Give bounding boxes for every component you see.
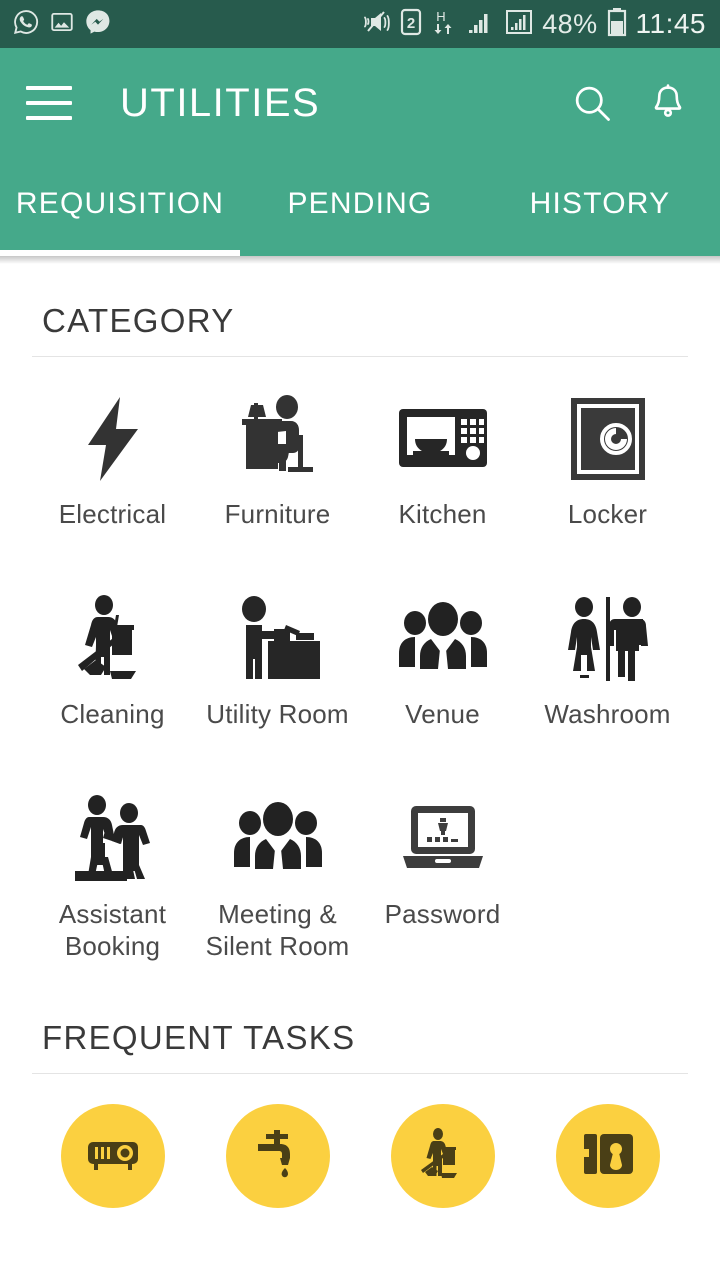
battery-icon [607, 7, 627, 42]
app-bar: UTILITIES REQUISITION PENDING HISTORY [0, 48, 720, 256]
category-item-label: Utility Room [206, 699, 349, 729]
category-item-password[interactable]: Password [360, 775, 525, 975]
app-bar-top-row: UTILITIES [0, 48, 720, 158]
category-item-label: Furniture [224, 499, 331, 529]
category-item-venue[interactable]: Venue [360, 575, 525, 775]
hamburger-menu-icon[interactable] [26, 86, 72, 120]
frequent-task-circle [555, 1104, 660, 1208]
app-bar-shadow [0, 256, 720, 264]
category-item-label: Electrical [58, 499, 167, 529]
signal-bars-boxed-icon [505, 8, 533, 41]
category-section: CATEGORY Electrical Furniture Kitchen Lo… [0, 264, 720, 975]
svg-text:2: 2 [407, 15, 415, 32]
frequent-task-cleaning[interactable] [360, 1104, 525, 1208]
frequent-task-circle [390, 1104, 495, 1208]
category-item-furniture[interactable]: Furniture [195, 375, 360, 575]
page-title: UTILITIES [120, 81, 321, 125]
frequent-task-locker[interactable] [525, 1104, 690, 1208]
gallery-icon [49, 9, 75, 40]
status-bar-left-icons [12, 8, 112, 41]
tab-requisition-label: REQUISITION [15, 187, 225, 220]
category-item-cleaning[interactable]: Cleaning [30, 575, 195, 775]
category-item-assistant-booking[interactable]: Assistant Booking [30, 775, 195, 975]
faucet-tap-icon [254, 1126, 302, 1187]
restroom-man-woman-icon [562, 593, 654, 685]
category-item-electrical[interactable]: Electrical [30, 375, 195, 575]
category-item-washroom[interactable]: Washroom [525, 575, 690, 775]
category-item-label: Kitchen [398, 499, 487, 529]
category-item-utility-room[interactable]: Utility Room [195, 575, 360, 775]
tab-pending-label: PENDING [287, 187, 433, 220]
laptop-password-icon [397, 793, 489, 885]
people-group-icon [395, 593, 491, 685]
messenger-icon [84, 8, 112, 41]
tab-bar: REQUISITION PENDING HISTORY [0, 158, 720, 256]
search-icon[interactable] [568, 79, 616, 127]
microwave-icon [397, 393, 489, 485]
category-item-label: Locker [567, 499, 648, 529]
signal-bars-icon [466, 9, 496, 40]
category-item-label: Password [384, 899, 501, 929]
category-item-kitchen[interactable]: Kitchen [360, 375, 525, 575]
category-grid-empty-cell [525, 775, 690, 975]
frequent-tasks-grid [30, 1074, 690, 1208]
category-section-title: CATEGORY [42, 302, 235, 339]
people-group-icon [230, 793, 326, 885]
frequent-tasks-section-title: FREQUENT TASKS [42, 1019, 356, 1056]
bell-icon[interactable] [644, 79, 692, 127]
frequent-task-circle [60, 1104, 165, 1208]
status-bar-right-icons: 2 H 48% 11:45 [361, 7, 706, 42]
category-grid: Electrical Furniture Kitchen Locker Clea… [30, 357, 690, 975]
frequent-task-circle [225, 1104, 330, 1208]
frequent-tasks-section: FREQUENT TASKS [0, 975, 720, 1208]
projector-icon [85, 1132, 141, 1181]
frequent-task-faucet[interactable] [195, 1104, 360, 1208]
category-item-label: Cleaning [60, 699, 165, 729]
category-item-label: Washroom [544, 699, 671, 729]
whatsapp-icon [12, 8, 40, 41]
frequent-task-projector[interactable] [30, 1104, 195, 1208]
tab-history[interactable]: HISTORY [480, 158, 720, 256]
tab-pending[interactable]: PENDING [240, 158, 480, 256]
sim2-icon: 2 [400, 8, 422, 41]
battery-percent-label: 48% [542, 8, 598, 39]
tab-history-label: HISTORY [529, 187, 671, 220]
tab-requisition[interactable]: REQUISITION [0, 158, 240, 256]
svg-text:H: H [437, 9, 446, 24]
floor-cleaner-icon [68, 593, 158, 685]
category-item-locker[interactable]: Locker [525, 375, 690, 575]
safe-locker-icon [569, 393, 647, 485]
lightning-bolt-icon [76, 393, 150, 485]
active-tab-indicator [0, 250, 240, 256]
handshake-assist-icon [67, 793, 159, 885]
category-item-label: Assistant Booking [58, 899, 167, 961]
vibrate-mute-icon [361, 9, 391, 40]
hspa-data-icon: H [431, 8, 457, 41]
person-at-desk-icon [230, 393, 326, 485]
category-item-label: Meeting & Silent Room [205, 899, 350, 961]
category-item-label: Venue [405, 699, 480, 729]
status-bar: 2 H 48% 11:45 [0, 0, 720, 48]
main-content: CATEGORY Electrical Furniture Kitchen Lo… [0, 264, 720, 1208]
floor-cleaner-icon [416, 1127, 470, 1185]
category-item-meeting-silent-room[interactable]: Meeting & Silent Room [195, 775, 360, 975]
locker-keyhole-icon [580, 1129, 635, 1184]
clock-label: 11:45 [635, 8, 706, 39]
app-bar-actions [568, 79, 692, 127]
person-at-counter-icon [232, 593, 324, 685]
